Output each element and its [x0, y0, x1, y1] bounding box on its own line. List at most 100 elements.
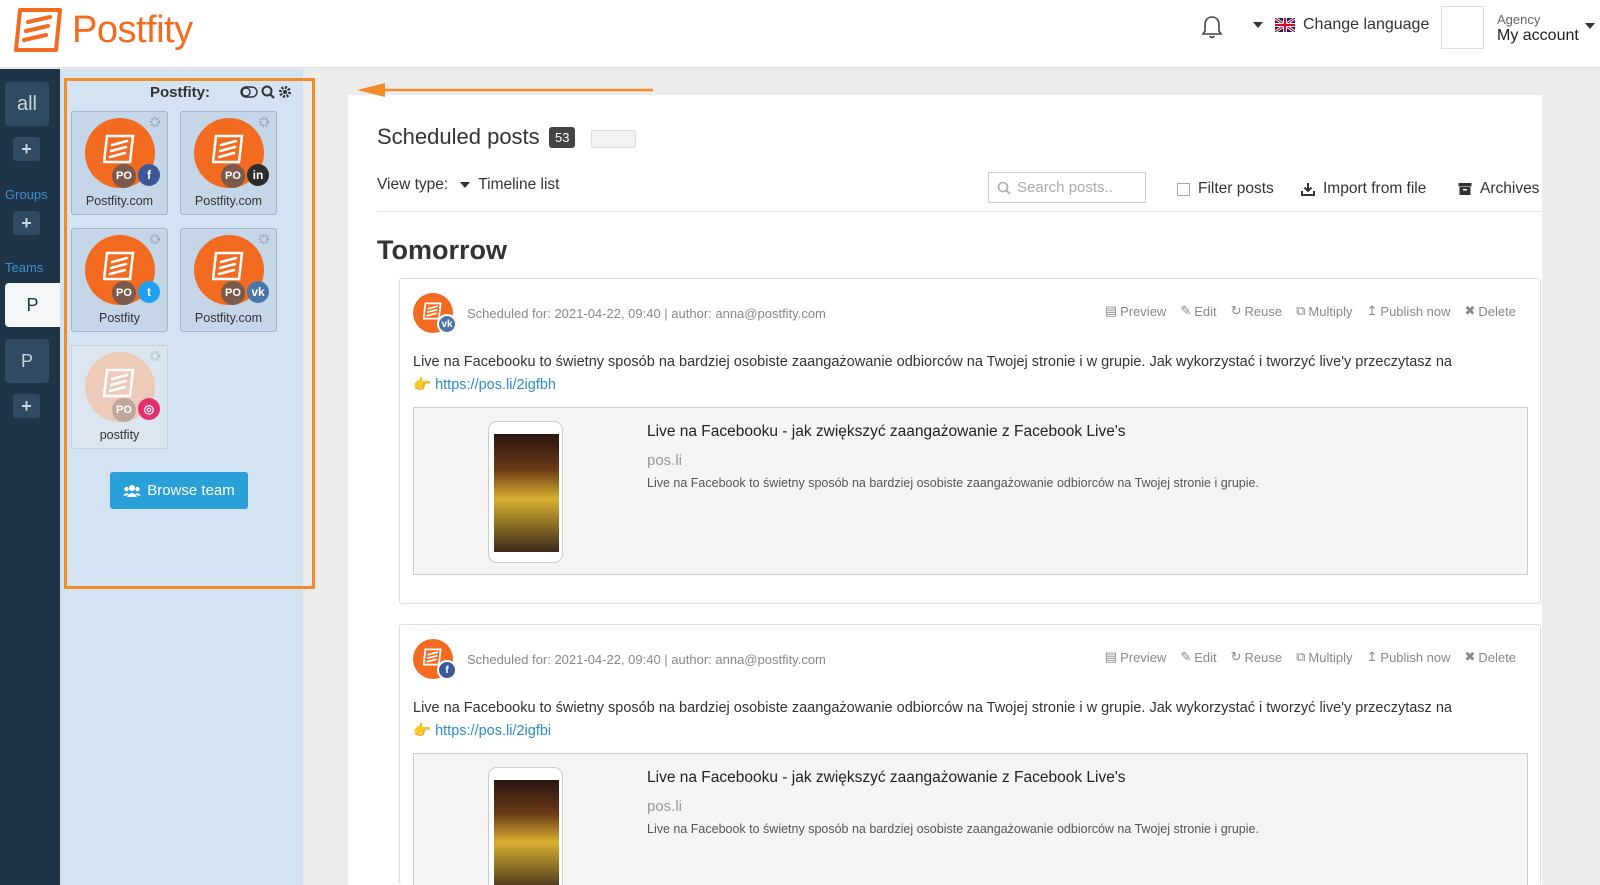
copy-icon: ⧉ — [1296, 649, 1306, 664]
account-badge: PO — [112, 164, 136, 188]
status-pill[interactable] — [591, 130, 636, 148]
reuse-action[interactable]: ↻ Reuse — [1231, 303, 1282, 319]
pointing-hand-icon: 👉 — [413, 723, 432, 739]
delete-action[interactable]: ✖ Delete — [1465, 303, 1516, 319]
all-accounts-button[interactable]: all — [5, 82, 49, 126]
team-p-button[interactable]: P — [5, 339, 49, 383]
copy-icon: ⧉ — [1296, 303, 1306, 318]
account-card-linkedin[interactable]: PO in Postfity.com — [180, 111, 277, 215]
add-account-button[interactable]: + — [13, 137, 40, 161]
close-icon: ✖ — [1464, 649, 1476, 664]
delete-action[interactable]: ✖ Delete — [1465, 649, 1516, 665]
multiply-label: Multiply — [1308, 303, 1353, 319]
post-link[interactable]: https://pos.li/2igfbh — [435, 377, 556, 393]
delete-label: Delete — [1478, 649, 1516, 665]
view-type-value: Timeline list — [478, 176, 560, 193]
page-title: Scheduled posts — [377, 124, 540, 149]
post-link[interactable]: https://pos.li/2igfbi — [435, 723, 551, 739]
pointer-arrow-icon — [357, 83, 653, 97]
multiply-action[interactable]: ⧉ Multiply — [1296, 649, 1352, 665]
browse-team-button[interactable]: Browse team — [110, 472, 248, 509]
account-role: Agency — [1497, 12, 1541, 27]
upload-arrow-icon: ↥ — [1366, 303, 1378, 318]
browse-team-label: Browse team — [147, 482, 235, 499]
account-chevron-down-icon[interactable] — [1585, 23, 1595, 29]
posts-count-badge: 53 — [549, 127, 576, 148]
change-language-label: Change language — [1303, 16, 1430, 33]
account-card-instagram[interactable]: PO ◎ postfity — [71, 345, 168, 449]
reuse-label: Reuse — [1244, 649, 1283, 665]
view-type-selector[interactable]: View type: Timeline list — [377, 176, 559, 194]
day-heading: Tomorrow — [377, 235, 507, 265]
preview-action[interactable]: ▤ Preview — [1105, 649, 1167, 665]
account-menu[interactable]: Agency My account — [1497, 12, 1579, 45]
vk-icon: vk — [437, 314, 457, 334]
import-label: Import from file — [1323, 180, 1427, 197]
refresh-icon: ↻ — [1230, 649, 1242, 664]
logo-icon — [14, 8, 62, 52]
pencil-icon: ✎ — [1180, 649, 1192, 664]
archives-button[interactable]: Archives — [1458, 180, 1539, 198]
preview-description: Live na Facebook to świetny sposób na ba… — [647, 476, 1259, 490]
card-gear-icon[interactable] — [149, 233, 161, 245]
uk-flag-icon — [1275, 18, 1295, 32]
change-language-menu[interactable]: Change language — [1253, 16, 1429, 34]
edit-label: Edit — [1194, 649, 1217, 665]
card-gear-icon[interactable] — [258, 233, 270, 245]
import-from-file-button[interactable]: Import from file — [1301, 180, 1426, 198]
chevron-down-icon — [1253, 22, 1263, 28]
filter-posts-toggle[interactable]: Filter posts — [1177, 180, 1274, 198]
card-gear-icon[interactable] — [149, 116, 161, 128]
card-gear-icon[interactable] — [149, 350, 161, 362]
search-posts-input[interactable] — [1017, 179, 1135, 196]
toggle-icon[interactable] — [240, 86, 258, 98]
instagram-icon: ◎ — [138, 398, 160, 420]
multiply-action[interactable]: ⧉ Multiply — [1296, 303, 1352, 319]
account-card-vk[interactable]: PO vk Postfity.com — [180, 228, 277, 332]
team-p-active[interactable]: P — [5, 283, 60, 327]
preview-title: Live na Facebooku - jak zwiększyć zaanga… — [647, 423, 1126, 440]
edit-action[interactable]: ✎ Edit — [1180, 649, 1216, 665]
add-group-button[interactable]: + — [13, 211, 40, 235]
account-card-facebook[interactable]: PO f Postfity.com — [71, 111, 168, 215]
notifications-bell-icon[interactable] — [1200, 14, 1224, 40]
view-type-label: View type: — [377, 176, 449, 193]
close-icon: ✖ — [1464, 303, 1476, 318]
edit-action[interactable]: ✎ Edit — [1180, 303, 1216, 319]
post-meta: Scheduled for: 2021-04-22, 09:40 | autho… — [467, 306, 826, 321]
account-badge: PO — [221, 164, 245, 188]
linkedin-icon: in — [247, 164, 269, 186]
filter-posts-label: Filter posts — [1198, 180, 1274, 197]
filter-checkbox[interactable] — [1177, 182, 1190, 196]
publish-now-action[interactable]: ↥ Publish now — [1367, 303, 1451, 319]
account-name: Postfity.com — [194, 311, 263, 325]
search-posts-field[interactable] — [988, 172, 1146, 203]
link-preview-card[interactable]: Live na Facebooku - jak zwiększyć zaanga… — [413, 407, 1528, 575]
preview-action[interactable]: ▤ Preview — [1105, 303, 1167, 319]
gear-icon[interactable] — [278, 85, 292, 99]
brand-logo[interactable]: Postfity — [14, 4, 193, 56]
scheduled-post-card: vk Scheduled for: 2021-04-22, 09:40 | au… — [399, 278, 1541, 604]
publish-now-action[interactable]: ↥ Publish now — [1367, 649, 1451, 665]
account-name: Postfity — [99, 311, 140, 325]
account-avatar[interactable] — [1441, 6, 1484, 49]
scheduled-post-card: f Scheduled for: 2021-04-22, 09:40 | aut… — [399, 624, 1541, 885]
add-team-button[interactable]: + — [13, 394, 40, 418]
account-badge: PO — [112, 281, 136, 305]
post-text: Live na Facebooku to świetny sposób na b… — [413, 697, 1528, 743]
publish-label: Publish now — [1380, 649, 1451, 665]
post-body: Live na Facebooku to świetny sposób na b… — [413, 700, 1452, 716]
users-icon — [123, 485, 142, 497]
archive-box-icon — [1458, 183, 1472, 195]
preview-domain: pos.li — [647, 452, 683, 469]
twitter-icon: t — [138, 281, 160, 303]
search-icon[interactable] — [261, 85, 275, 99]
reuse-action[interactable]: ↻ Reuse — [1231, 649, 1282, 665]
left-rail: all + Groups + Teams P P + — [0, 69, 60, 885]
link-preview-card[interactable]: Live na Facebooku - jak zwiększyć zaanga… — [413, 753, 1528, 885]
account-name: Postfity.com — [194, 194, 263, 208]
account-card-twitter[interactable]: PO t Postfity — [71, 228, 168, 332]
card-gear-icon[interactable] — [258, 116, 270, 128]
facebook-icon: f — [138, 164, 160, 186]
preview-image — [488, 421, 563, 563]
